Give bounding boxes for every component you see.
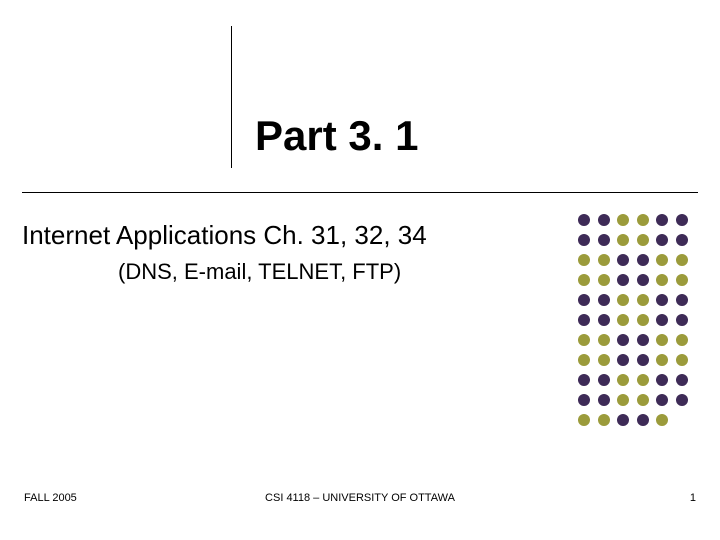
dot-olive xyxy=(617,294,629,306)
dot-olive xyxy=(676,334,688,346)
dot-purple xyxy=(637,354,649,366)
dot-purple xyxy=(676,234,688,246)
dot-purple xyxy=(578,214,590,226)
dot-purple xyxy=(676,374,688,386)
dot-olive xyxy=(637,314,649,326)
body-line-2: (DNS, E-mail, TELNET, FTP) xyxy=(118,259,401,285)
dot-purple xyxy=(656,214,668,226)
dot-olive xyxy=(656,254,668,266)
dot-olive xyxy=(598,334,610,346)
dot-olive xyxy=(598,274,610,286)
dot-olive xyxy=(676,354,688,366)
dot-olive xyxy=(637,374,649,386)
dot-purple xyxy=(578,314,590,326)
dot-purple xyxy=(656,294,668,306)
dot-olive xyxy=(578,414,590,426)
dot-purple xyxy=(598,374,610,386)
dot-purple xyxy=(637,254,649,266)
dot-row xyxy=(578,354,688,366)
dot-purple xyxy=(578,394,590,406)
dot-row xyxy=(578,214,688,226)
dot-olive xyxy=(656,354,668,366)
dot-olive xyxy=(617,234,629,246)
dot-purple xyxy=(656,394,668,406)
dot-purple xyxy=(637,334,649,346)
dot-olive xyxy=(637,234,649,246)
dot-purple xyxy=(617,274,629,286)
dot-row xyxy=(578,394,688,406)
dot-row xyxy=(578,374,688,386)
dot-purple xyxy=(637,414,649,426)
dot-row xyxy=(578,234,688,246)
dot-purple xyxy=(598,234,610,246)
dot-olive xyxy=(578,254,590,266)
dot-olive xyxy=(656,274,668,286)
dot-purple xyxy=(617,334,629,346)
dot-purple xyxy=(676,314,688,326)
slide: Part 3. 1 Internet Applications Ch. 31, … xyxy=(0,0,720,540)
dot-olive xyxy=(617,314,629,326)
dot-olive xyxy=(617,214,629,226)
dot-purple xyxy=(578,234,590,246)
dot-purple xyxy=(676,294,688,306)
dot-olive xyxy=(578,334,590,346)
dot-purple xyxy=(656,234,668,246)
dot-purple xyxy=(598,314,610,326)
dot-olive xyxy=(598,354,610,366)
slide-title: Part 3. 1 xyxy=(255,112,418,160)
dot-purple xyxy=(656,374,668,386)
dot-purple xyxy=(656,314,668,326)
footer-center: CSI 4118 – UNIVERSITY OF OTTAWA xyxy=(0,492,720,504)
dot-purple xyxy=(598,294,610,306)
dot-olive xyxy=(578,274,590,286)
dot-purple xyxy=(637,274,649,286)
dot-olive xyxy=(578,354,590,366)
title-horizontal-rule xyxy=(22,192,698,193)
title-vertical-rule xyxy=(231,26,232,168)
dot-olive xyxy=(637,294,649,306)
dot-olive xyxy=(676,254,688,266)
dot-purple xyxy=(598,214,610,226)
footer-page-number: 1 xyxy=(690,492,696,504)
dot-olive xyxy=(656,334,668,346)
dot-row xyxy=(578,254,688,266)
dot-purple xyxy=(676,214,688,226)
dot-olive xyxy=(637,394,649,406)
dot-purple xyxy=(617,354,629,366)
dot-olive xyxy=(637,214,649,226)
dot-purple xyxy=(598,394,610,406)
dot-row xyxy=(578,334,688,346)
dot-row xyxy=(578,294,688,306)
dot-olive xyxy=(656,414,668,426)
dot-purple xyxy=(578,294,590,306)
dot-olive xyxy=(676,274,688,286)
dot-olive xyxy=(598,414,610,426)
dot-purple xyxy=(578,374,590,386)
dot-grid-decoration xyxy=(578,214,688,434)
dot-purple xyxy=(617,254,629,266)
dot-olive xyxy=(617,394,629,406)
body-line-1: Internet Applications Ch. 31, 32, 34 xyxy=(22,220,427,251)
dot-olive xyxy=(617,374,629,386)
dot-purple xyxy=(617,414,629,426)
dot-row xyxy=(578,274,688,286)
dot-row xyxy=(578,314,688,326)
dot-row xyxy=(578,414,688,426)
dot-olive xyxy=(598,254,610,266)
dot-purple xyxy=(676,394,688,406)
